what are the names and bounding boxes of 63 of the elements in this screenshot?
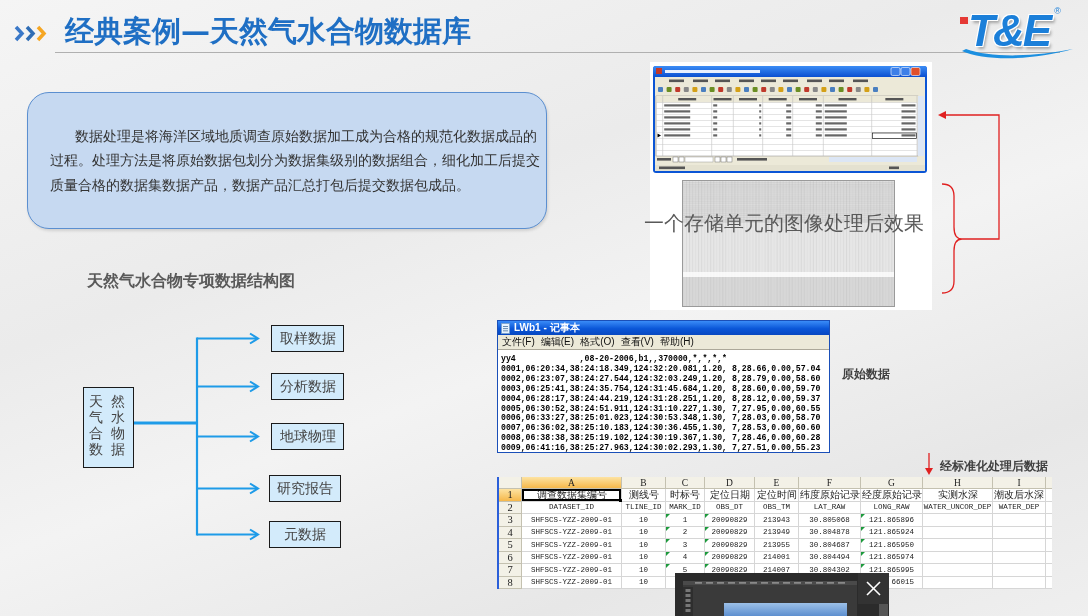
menu-item[interactable]: 文件(F) bbox=[502, 336, 535, 348]
spreadsheet-cell[interactable] bbox=[993, 564, 1046, 577]
root-node: 天然气水合物数据 bbox=[83, 387, 134, 468]
window-title: LWb1 - 记事本 bbox=[514, 322, 580, 334]
spreadsheet-cell[interactable]: 定位日期 bbox=[705, 489, 755, 502]
branch-arrow bbox=[196, 332, 260, 345]
spreadsheet-cell[interactable]: 潮改后水深 bbox=[993, 489, 1046, 502]
spreadsheet-cell[interactable] bbox=[923, 539, 993, 552]
column-header[interactable]: H bbox=[923, 477, 993, 489]
logo-square-icon bbox=[960, 17, 968, 24]
raw-data-label: 原始数据 bbox=[842, 366, 890, 382]
close-icon bbox=[866, 581, 881, 596]
scroll-thumb[interactable] bbox=[879, 604, 888, 616]
spreadsheet-cell[interactable]: 实测水深 bbox=[923, 489, 993, 502]
menu-item[interactable]: 格式(O) bbox=[580, 336, 615, 348]
spreadsheet-cell[interactable]: 调查数据集编号 bbox=[522, 489, 622, 502]
spreadsheet-cell[interactable]: 纬度原始记录 bbox=[799, 489, 861, 502]
spreadsheet-cell[interactable]: 定位时间 bbox=[755, 489, 799, 502]
diagram-title: 天然气水合物专项数据结构图 bbox=[87, 272, 295, 290]
trunk-line bbox=[134, 421, 197, 425]
sheet-label: 经标准化处理后数据 bbox=[940, 458, 1048, 474]
down-arrow bbox=[924, 453, 934, 475]
close-button[interactable] bbox=[858, 573, 889, 604]
spreadsheet-cell[interactable]: 测线号 bbox=[622, 489, 666, 502]
card-text: 数据处理是将海洋区域地质调查原始数据加工成为合格的规范化数据成品的过程。处理方法是将原始数据包划分为数据集级别的数据组合，细化加工后提交质量合格的数据集数据产品，数据产品汇总打包后提交数据包成品。 bbox=[50, 126, 541, 195]
branch-arrow bbox=[196, 430, 260, 443]
spreadsheet-cell[interactable]: 经度原始记录 bbox=[861, 489, 923, 502]
fill-handle[interactable] bbox=[619, 498, 622, 502]
column-header[interactable]: E bbox=[755, 477, 799, 489]
chevrons-icon bbox=[14, 25, 48, 42]
text-editor-field[interactable]: yy4 ,08-20-2006,b1,,370000,*,*,*,* 0001,06:20:34,38:24:18.349,124:32:20.081,1.20, 8,28.66,0.00,57.04 0002,06:23:07,38:24:27.544,124:32:03.249,1.20, 8,28.79,0.00,58.60 0003,06:25:41,38:24:35.754,124:31:45.684,1.20, 8,28.60,0.00,59.70 0004,06:28:17,38:24:44.219,124:31:28.251,1.20, 8,28.12,0.00,59.37 0005,06:30:52,38:24:51.911,124:31:10.227,1.30, 7,27.95,0.00,60.55 0006,06:33:27,38:25:01.023,124:30:53.348,1.30, 7,28.03,0.00,58.70 0007,06:36:02,38:25:10.183,124:30:36.455,1.30, 7,28.53,0.00,60.60 0008,06:38:38,38:25:19.102,124:30:19.367,1.30, 7,28.46,0.00,60.28 0009,06:41:16,38:25:27.963,124:30:02.293,1.30, 7,27.51,0.00,55.23 bbox=[498, 350, 829, 454]
column-header[interactable]: B bbox=[622, 477, 666, 489]
spreadsheet-cell[interactable] bbox=[993, 514, 1046, 527]
row-header[interactable]: 7 bbox=[499, 564, 522, 577]
branch-arrow bbox=[196, 482, 260, 495]
column-header[interactable]: I bbox=[993, 477, 1046, 489]
branch-node: 分析数据 bbox=[271, 373, 344, 400]
spreadsheet-cell[interactable]: 时标号 bbox=[666, 489, 705, 502]
column-header[interactable]: A bbox=[522, 477, 622, 489]
branch-node: 地球物理 bbox=[271, 423, 344, 450]
column-header[interactable]: D bbox=[705, 477, 755, 489]
notepad-icon bbox=[501, 322, 510, 334]
menu-item[interactable]: 编辑(E) bbox=[540, 336, 575, 348]
row-header[interactable]: 1 bbox=[499, 489, 522, 502]
spreadsheet-cell[interactable] bbox=[923, 564, 993, 577]
column-header[interactable]: C bbox=[666, 477, 705, 489]
column-header[interactable] bbox=[1046, 477, 1052, 489]
slide-title: 经典案例—天然气水合物数据库 bbox=[65, 13, 471, 49]
branch-node: 取样数据 bbox=[271, 325, 344, 352]
select-all-corner[interactable] bbox=[499, 477, 522, 489]
menu-item[interactable]: 帮助(H) bbox=[659, 336, 694, 348]
menu-item[interactable]: 查看(V) bbox=[620, 336, 654, 348]
spreadsheet-cell[interactable] bbox=[993, 539, 1046, 552]
column-header[interactable]: F bbox=[799, 477, 861, 489]
registered-mark: ® bbox=[1054, 6, 1061, 16]
spreadsheet-cell[interactable] bbox=[923, 514, 993, 527]
branch-node: 元数据 bbox=[269, 521, 341, 548]
column-header[interactable]: G bbox=[861, 477, 923, 489]
branch-arrow bbox=[196, 380, 260, 393]
branch-node: 研究报告 bbox=[269, 475, 341, 502]
row-header[interactable]: 3 bbox=[499, 514, 522, 527]
branch-arrow bbox=[196, 528, 260, 541]
row-header[interactable]: 5 bbox=[499, 539, 522, 552]
